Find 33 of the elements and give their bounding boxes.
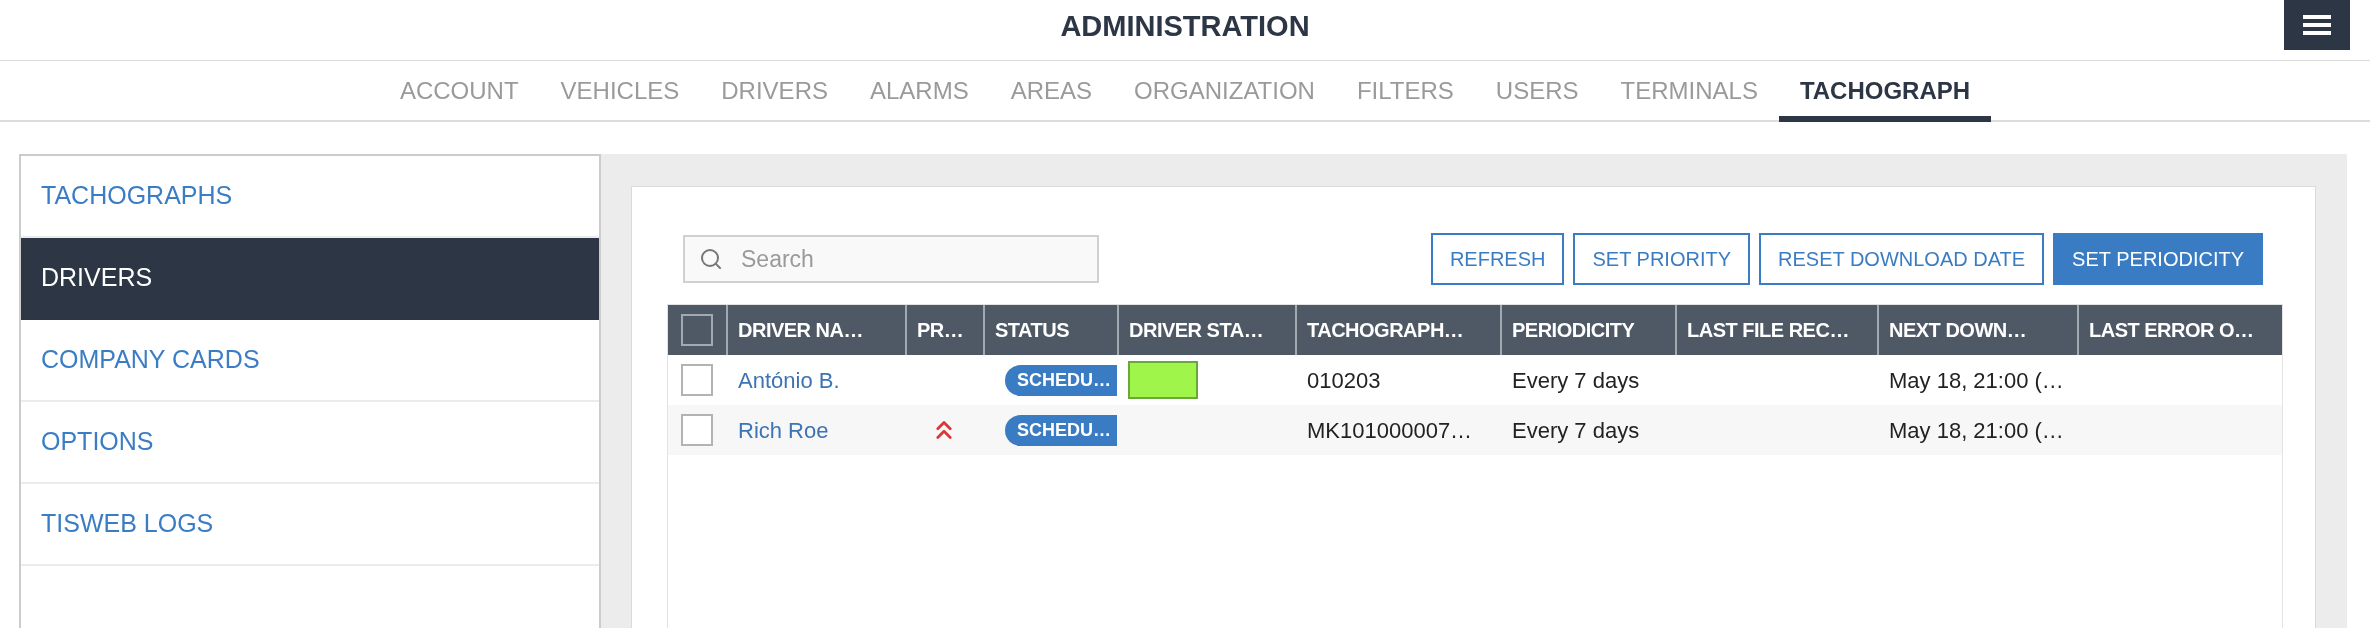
nav-tab[interactable]: ACCOUNT xyxy=(378,61,540,122)
table-cell-text: MK101000007… xyxy=(1307,416,1473,445)
toolbar-button[interactable]: RESET DOWNLOAD DATE xyxy=(1759,233,2045,285)
page-title: ADMINISTRATION xyxy=(1060,9,1310,45)
search-icon xyxy=(699,247,723,271)
toolbar-button[interactable]: REFRESH xyxy=(1430,233,1565,285)
driver-name-link[interactable]: António B. xyxy=(738,363,840,397)
nav-tab[interactable]: TACHOGRAPH xyxy=(1778,61,1992,122)
select-all-checkbox[interactable] xyxy=(681,314,713,346)
nav-tab[interactable]: ALARMS xyxy=(848,61,990,122)
status-badge: SCHEDU… xyxy=(1005,414,1117,446)
toolbar-button[interactable]: SET PERIODICITY xyxy=(2053,233,2263,285)
row-checkbox[interactable] xyxy=(681,414,713,446)
toolbar-button[interactable]: SET PRIORITY xyxy=(1573,233,1751,285)
nav-tab[interactable]: DRIVERS xyxy=(700,61,849,122)
nav-tab[interactable]: AREAS xyxy=(989,61,1114,122)
nav-tab[interactable]: TERMINALS xyxy=(1599,61,1779,122)
menu-button[interactable] xyxy=(2284,0,2350,50)
table-cell-text: May 18, 21:00 (… xyxy=(1889,416,2064,445)
table-cell-text: Every 7 days xyxy=(1512,366,1640,395)
nav-tab[interactable]: ORGANIZATION xyxy=(1113,61,1336,122)
nav-tab[interactable]: FILTERS xyxy=(1335,61,1475,122)
row-checkbox[interactable] xyxy=(681,364,713,396)
status-badge: SCHEDU… xyxy=(1005,364,1117,396)
table-cell-text: May 18, 21:00 (… xyxy=(1889,366,2064,395)
menu-icon xyxy=(2303,15,2331,35)
table-cell-text: Every 7 days xyxy=(1512,416,1640,445)
nav-tab[interactable]: USERS xyxy=(1474,61,1600,122)
driver-name-link[interactable]: Rich Roe xyxy=(738,413,829,447)
search-field[interactable]: Search xyxy=(683,235,1099,283)
table-cell-text: 010203 xyxy=(1307,366,1381,395)
nav-tab[interactable]: VEHICLES xyxy=(539,61,701,122)
sidebar-item[interactable]: DRIVERS xyxy=(21,238,599,320)
